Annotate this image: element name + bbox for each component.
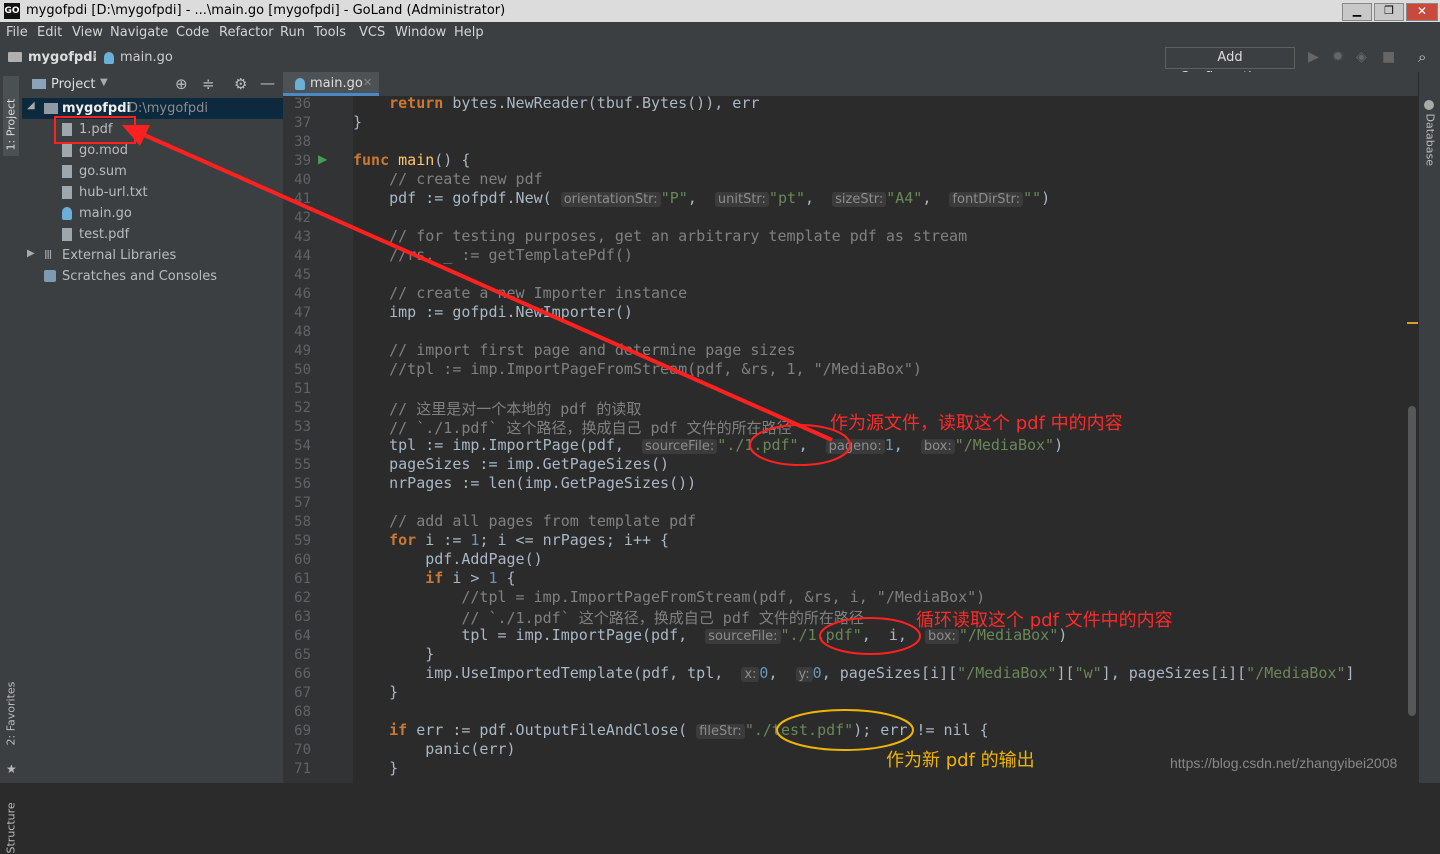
annotation-overlay <box>122 125 921 751</box>
structure-tool-label[interactable]: Structure <box>5 788 18 853</box>
watermark: https://blog.csdn.net/zhangyibei2008 <box>1170 755 1398 771</box>
red-arrow-line <box>132 128 833 442</box>
annotation-output: 作为新 pdf 的输出 <box>886 750 1035 771</box>
orange-circle-output-file <box>776 709 914 751</box>
annotation-source: 作为源文件，读取这个 pdf 中的内容 <box>830 413 1123 434</box>
annotation-loop: 循环读取这个 pdf 文件中的内容 <box>916 610 1173 631</box>
red-circle-loop-file <box>819 617 921 655</box>
